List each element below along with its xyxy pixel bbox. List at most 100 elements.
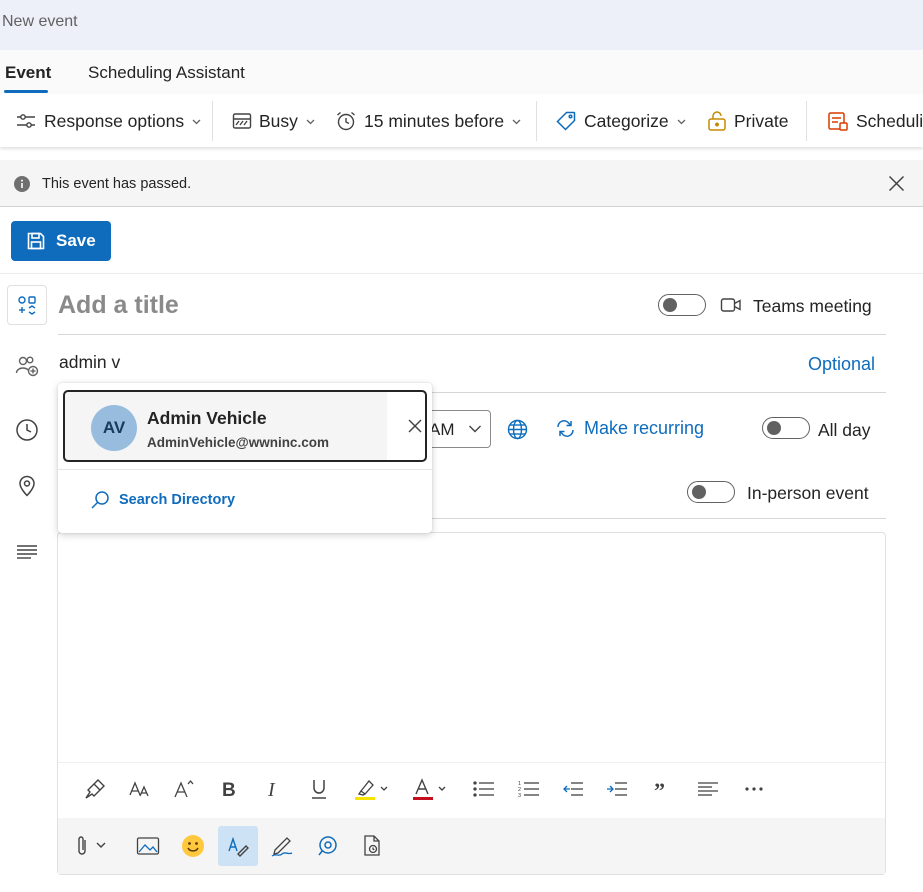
- alarm-clock-icon: [335, 110, 357, 132]
- window-title: New event: [2, 13, 78, 30]
- title-bar: New event: [0, 0, 923, 50]
- info-icon: [14, 176, 30, 192]
- tab-scheduling-assistant[interactable]: Scheduling Assistant: [88, 63, 245, 83]
- italic-icon[interactable]: I: [262, 763, 284, 815]
- font-color-icon[interactable]: [410, 763, 450, 815]
- ribbon-divider: [536, 101, 537, 141]
- private-button[interactable]: Private: [707, 109, 788, 133]
- categorize-label: Categorize: [584, 110, 669, 131]
- globe-icon[interactable]: [507, 419, 528, 440]
- event-type-icon[interactable]: [7, 285, 47, 325]
- attach-icon[interactable]: [74, 818, 114, 874]
- chevron-down-icon: [512, 119, 521, 124]
- svg-text:I: I: [267, 780, 276, 798]
- categorize-button[interactable]: Categorize: [555, 109, 687, 133]
- add-people-icon: [7, 346, 47, 386]
- private-label: Private: [734, 110, 789, 131]
- svg-text:B: B: [222, 780, 236, 798]
- optional-attendees-link[interactable]: Optional: [808, 354, 875, 375]
- attendee-input[interactable]: admin v: [59, 352, 120, 373]
- tab-bar: Event Scheduling Assistant: [0, 50, 923, 94]
- tag-icon: [555, 110, 577, 132]
- avatar: AV: [91, 405, 137, 451]
- repeat-icon: [555, 418, 576, 439]
- scheduling-poll-button[interactable]: Schedulin: [827, 109, 923, 133]
- in-person-event-label: In-person event: [747, 483, 869, 503]
- in-person-event-toggle[interactable]: [687, 481, 735, 503]
- save-icon: [26, 231, 46, 251]
- bold-icon[interactable]: B: [218, 763, 240, 815]
- chevron-down-icon: [677, 119, 686, 124]
- lock-icon: [707, 110, 727, 132]
- save-button[interactable]: Save: [11, 221, 111, 261]
- event-passed-banner: This event has passed.: [0, 160, 923, 207]
- search-directory-label: Search Directory: [119, 492, 236, 508]
- all-day-label: All day: [818, 420, 871, 440]
- text-lines-icon: [7, 532, 47, 572]
- editor-icon[interactable]: [218, 826, 258, 866]
- save-label: Save: [56, 231, 96, 250]
- format-toolbar: B I 1 2 3 ”: [58, 762, 885, 815]
- all-day-toggle[interactable]: [762, 417, 810, 439]
- response-options-icon: [15, 110, 37, 132]
- search-directory-button[interactable]: Search Directory: [90, 490, 235, 510]
- suggestion-name: Admin Vehicle: [147, 408, 267, 428]
- people-suggestions-dropdown: AV Admin Vehicle AdminVehicle@wwninc.com…: [58, 383, 432, 533]
- chevron-down-icon: [469, 425, 481, 433]
- format-painter-icon[interactable]: [82, 763, 108, 815]
- insert-toolbar: [58, 818, 885, 874]
- title-input[interactable]: Add a title: [58, 291, 179, 320]
- show-as-label: Busy: [259, 110, 298, 131]
- emoji-icon[interactable]: [181, 818, 205, 874]
- dictate-icon[interactable]: [360, 818, 384, 874]
- teams-meeting-toggle[interactable]: [658, 294, 706, 316]
- response-options-label: Response options: [44, 110, 185, 131]
- tab-active-indicator: [4, 90, 48, 93]
- start-time-value: AM: [429, 420, 455, 439]
- reminder-button[interactable]: 15 minutes before: [335, 109, 522, 133]
- align-icon[interactable]: [696, 763, 720, 815]
- scheduling-poll-label: Schedulin: [856, 110, 923, 131]
- decrease-indent-icon[interactable]: [561, 763, 585, 815]
- search-icon: [90, 490, 110, 510]
- increase-indent-icon[interactable]: [605, 763, 629, 815]
- svg-text:”: ”: [654, 781, 665, 797]
- divider: [58, 469, 432, 470]
- suggestion-item[interactable]: AV Admin Vehicle AdminVehicle@wwninc.com: [63, 390, 427, 462]
- response-options-button[interactable]: Response options: [15, 109, 202, 133]
- banner-message: This event has passed.: [42, 176, 192, 192]
- divider: [58, 334, 886, 335]
- make-recurring-label: Make recurring: [584, 418, 705, 438]
- underline-icon[interactable]: [308, 763, 330, 815]
- ribbon-divider: [806, 101, 807, 141]
- signature-icon[interactable]: [270, 818, 294, 874]
- close-icon[interactable]: [888, 175, 905, 192]
- svg-text:3: 3: [518, 793, 521, 798]
- close-icon[interactable]: [408, 419, 422, 433]
- ribbon: Response options Busy 15 minutes before: [0, 95, 923, 147]
- chevron-down-icon: [192, 119, 201, 124]
- chevron-down-icon: [306, 119, 315, 124]
- ribbon-divider: [212, 101, 213, 141]
- image-icon[interactable]: [136, 818, 160, 874]
- quote-icon[interactable]: ”: [652, 763, 672, 815]
- show-as-button[interactable]: Busy: [232, 109, 316, 133]
- clock-icon: [7, 410, 47, 450]
- loop-icon[interactable]: [315, 818, 339, 874]
- scheduling-poll-icon: [827, 110, 849, 132]
- tab-event[interactable]: Event: [5, 63, 51, 83]
- numbering-icon[interactable]: 1 2 3: [517, 763, 541, 815]
- increase-font-icon[interactable]: [172, 763, 196, 815]
- bullets-icon[interactable]: [472, 763, 496, 815]
- suggestion-email: AdminVehicle@wwninc.com: [147, 435, 329, 450]
- font-size-icon[interactable]: [128, 763, 152, 815]
- location-pin-icon: [7, 466, 47, 506]
- more-icon[interactable]: [742, 763, 766, 815]
- make-recurring-button[interactable]: Make recurring: [555, 418, 704, 439]
- busy-icon: [232, 111, 252, 131]
- highlight-icon[interactable]: [352, 763, 392, 815]
- reminder-label: 15 minutes before: [364, 110, 505, 131]
- video-camera-icon: [720, 296, 742, 314]
- teams-meeting-label: Teams meeting: [753, 296, 872, 316]
- divider: [0, 273, 923, 274]
